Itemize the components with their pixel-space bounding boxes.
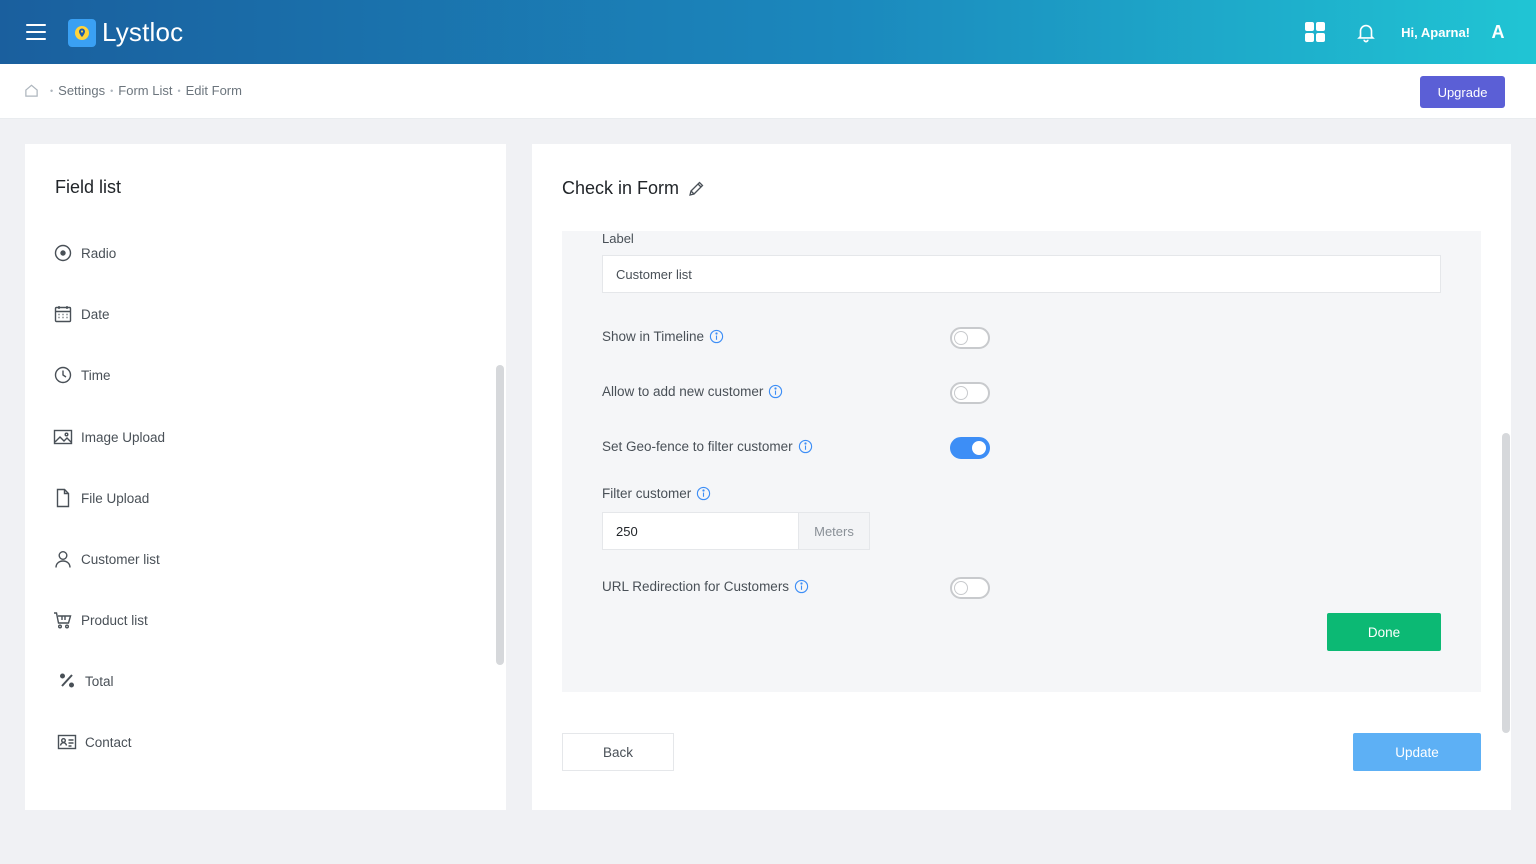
info-icon[interactable]	[696, 486, 711, 501]
field-item-total[interactable]: Total	[57, 671, 114, 691]
form-title: Check in Form	[562, 178, 705, 199]
field-item-label: File Upload	[81, 490, 150, 506]
filter-distance-group: 250 Meters	[602, 512, 870, 550]
field-item-date[interactable]: Date	[53, 304, 110, 324]
radio-icon	[54, 244, 72, 262]
field-list-scrollbar[interactable]	[496, 365, 504, 665]
breadcrumb-settings[interactable]: Settings	[58, 83, 105, 98]
home-icon[interactable]	[24, 83, 39, 98]
field-item-label: Total	[85, 673, 114, 689]
geo-fence-option: Set Geo-fence to filter customer	[602, 439, 813, 454]
avatar[interactable]: A	[1488, 22, 1508, 43]
url-redirection-toggle[interactable]	[950, 577, 990, 599]
field-item-label: Customer list	[81, 551, 160, 567]
app-name: Lystloc	[102, 17, 184, 47]
top-navigation-bar: Lystloc Hi, Aparna! A	[0, 0, 1536, 64]
field-list-panel: Field list Radio Date Time Image Upload …	[25, 144, 506, 810]
form-editor-scrollbar[interactable]	[1502, 433, 1510, 733]
geo-fence-toggle[interactable]	[950, 437, 990, 459]
field-item-file-upload[interactable]: File Upload	[53, 488, 149, 508]
upgrade-button[interactable]: Upgrade	[1420, 76, 1505, 108]
file-icon	[56, 488, 70, 508]
apps-grid-icon[interactable]	[1305, 22, 1326, 42]
show-timeline-toggle[interactable]	[950, 327, 990, 349]
form-title-text: Check in Form	[562, 178, 680, 198]
allow-new-customer-option: Allow to add new customer	[602, 384, 783, 399]
label-caption: Label	[602, 231, 634, 246]
calendar-icon	[54, 306, 72, 323]
menu-icon[interactable]	[26, 24, 46, 40]
app-logo[interactable]: Lystloc	[68, 17, 183, 48]
field-item-contact[interactable]: Contact	[57, 732, 132, 752]
contact-card-icon	[57, 734, 77, 750]
bell-icon[interactable]	[1355, 21, 1377, 43]
field-item-customer-list[interactable]: Customer list	[53, 549, 160, 569]
field-item-radio[interactable]: Radio	[53, 243, 116, 263]
user-icon	[55, 551, 71, 568]
form-editor-panel: Check in Form Label Customer list Show i…	[532, 144, 1511, 810]
field-item-label: Product list	[81, 612, 148, 628]
clock-icon	[54, 366, 72, 384]
info-icon[interactable]	[794, 579, 809, 594]
url-redirection-option: URL Redirection for Customers	[602, 579, 809, 594]
image-icon	[53, 429, 73, 445]
info-icon[interactable]	[768, 384, 783, 399]
field-item-image-upload[interactable]: Image Upload	[53, 427, 165, 447]
meters-unit-addon: Meters	[799, 512, 870, 550]
field-item-label: Time	[81, 367, 111, 383]
field-settings-panel: Label Customer list Show in Timeline All…	[562, 231, 1481, 692]
geo-fence-label: Set Geo-fence to filter customer	[602, 439, 793, 454]
cart-icon	[54, 612, 72, 629]
field-item-label: Image Upload	[81, 429, 166, 445]
breadcrumb-edit-form: Edit Form	[185, 83, 242, 98]
url-redirection-label: URL Redirection for Customers	[602, 579, 790, 594]
breadcrumb-separator: •	[50, 85, 54, 96]
filter-customer-option: Filter customer	[602, 486, 711, 501]
field-item-product-list[interactable]: Product list	[53, 610, 148, 630]
percent-icon	[60, 673, 74, 688]
info-icon[interactable]	[798, 439, 813, 454]
field-item-label: Date	[81, 306, 110, 322]
info-icon[interactable]	[709, 329, 724, 344]
field-item-label: Radio	[81, 245, 117, 261]
breadcrumb-separator: •	[110, 85, 114, 96]
show-timeline-option: Show in Timeline	[602, 329, 724, 344]
update-button[interactable]: Update	[1353, 733, 1481, 771]
breadcrumb: • Settings • Form List • Edit Form	[24, 83, 242, 98]
user-greeting: Hi, Aparna!	[1401, 24, 1470, 40]
done-button[interactable]: Done	[1327, 613, 1441, 651]
filter-distance-input[interactable]: 250	[602, 512, 799, 550]
label-input[interactable]: Customer list	[602, 255, 1441, 293]
filter-customer-label: Filter customer	[602, 486, 692, 501]
pencil-edit-icon[interactable]	[687, 180, 705, 198]
logo-pin-icon	[68, 18, 96, 47]
field-item-time[interactable]: Time	[53, 365, 111, 385]
show-timeline-label: Show in Timeline	[602, 329, 705, 344]
allow-new-customer-label: Allow to add new customer	[602, 384, 764, 399]
breadcrumb-form-list[interactable]: Form List	[118, 83, 172, 98]
breadcrumb-separator: •	[177, 85, 181, 96]
allow-new-customer-toggle[interactable]	[950, 382, 990, 404]
field-list-title: Field list	[55, 177, 122, 197]
field-item-label: Contact	[85, 734, 132, 750]
breadcrumb-bar: • Settings • Form List • Edit Form	[0, 64, 1536, 119]
back-button[interactable]: Back	[562, 733, 674, 771]
